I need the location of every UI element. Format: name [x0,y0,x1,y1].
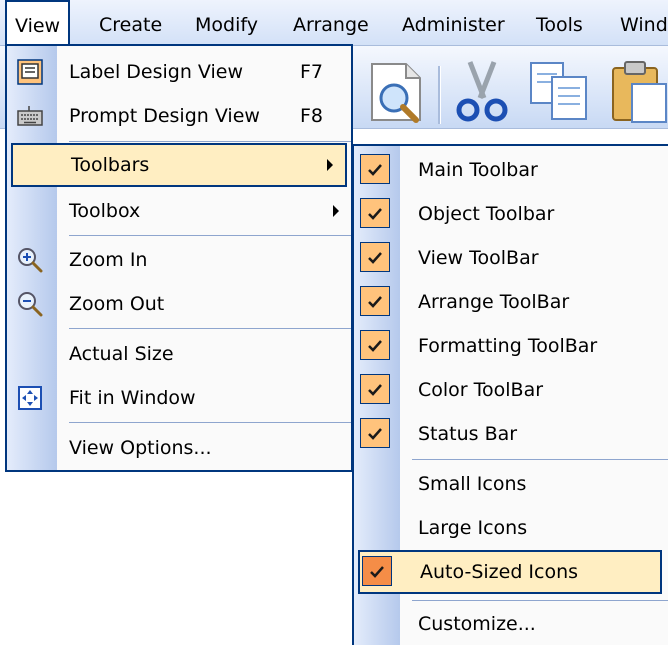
menu-item-label: Label Design View [69,61,244,83]
checkmark-icon [360,330,390,360]
menu-item-toolbars[interactable]: Toolbars [11,143,347,187]
menu-view[interactable]: View [5,0,71,46]
menu-item-color-toolbar[interactable]: Color ToolBar [354,368,668,412]
menu-item-zoom-in[interactable]: Zoom In [7,238,351,282]
menu-item-label: Status Bar [418,423,518,445]
menu-item-formatting-toolbar[interactable]: Formatting ToolBar [354,324,668,368]
checkmark-icon [360,242,390,272]
menu-tools[interactable]: Tools [529,0,590,46]
menu-item-zoom-out[interactable]: Zoom Out [7,282,351,326]
label-design-icon [17,59,43,85]
submenu-arrow-icon [327,159,333,171]
menu-item-customize[interactable]: Customize... [354,602,668,645]
menu-item-label: Zoom Out [69,293,165,315]
menu-item-fit-in-window[interactable]: Fit in Window [7,376,351,420]
menu-item-actual-size[interactable]: Actual Size [7,332,351,376]
menu-item-label: Customize... [418,613,536,635]
menu-item-object-toolbar[interactable]: Object Toolbar [354,192,668,236]
menu-item-label: Formatting ToolBar [418,335,598,357]
menu-separator [69,141,351,142]
checkmark-icon [360,198,390,228]
zoom-in-icon [17,247,43,273]
menu-item-view-options[interactable]: View Options... [7,426,351,470]
checkmark-icon [360,154,390,184]
submenu-arrow-icon [333,205,339,217]
menu-item-large-icons[interactable]: Large Icons [354,506,668,550]
menu-item-label: Prompt Design View [69,105,260,127]
menu-item-label: View Options... [69,437,212,459]
screen: View Create Modify Arrange Administer To… [0,0,668,645]
menu-administer[interactable]: Administer [395,0,512,46]
menu-item-label: Small Icons [418,473,527,495]
menu-item-label: Arrange ToolBar [418,291,570,313]
print-preview-icon[interactable] [368,60,426,129]
menu-item-status-bar[interactable]: Status Bar [354,412,668,456]
menu-item-label: Large Icons [418,517,528,539]
menu-item-main-toolbar[interactable]: Main Toolbar [354,148,668,192]
cut-icon[interactable] [454,60,510,129]
menu-item-label: Toolbars [71,154,150,176]
menu-item-arrange-toolbar[interactable]: Arrange ToolBar [354,280,668,324]
menu-modify[interactable]: Modify [188,0,265,46]
menu-separator [412,600,668,601]
menu-item-toolbox[interactable]: Toolbox [7,189,351,233]
menu-item-label: Zoom In [69,249,148,271]
menu-bar: View Create Modify Arrange Administer To… [0,0,668,46]
checkmark-icon [362,556,392,586]
menu-item-label: Auto-Sized Icons [420,561,579,583]
checkmark-icon [360,374,390,404]
menu-item-view-toolbar[interactable]: View ToolBar [354,236,668,280]
checkmark-icon [360,286,390,316]
menu-item-label: Color ToolBar [418,379,544,401]
menu-arrange[interactable]: Arrange [286,0,376,46]
menu-item-label-design-view[interactable]: Label Design View F7 [7,50,351,94]
toolbars-submenu: Main Toolbar Object Toolbar View ToolBar… [352,144,668,645]
menu-item-shortcut: F7 [299,61,323,83]
checkmark-icon [360,418,390,448]
menu-item-label: Object Toolbar [418,203,555,225]
menu-item-label: Main Toolbar [418,159,538,181]
menu-item-small-icons[interactable]: Small Icons [354,462,668,506]
menu-item-label: Toolbox [69,200,141,222]
menu-separator [69,235,351,236]
toolbar-separator [438,66,441,124]
menu-item-shortcut: F8 [299,105,323,127]
menu-item-label: Actual Size [69,343,174,365]
keyboard-icon [17,103,43,129]
zoom-out-icon [17,291,43,317]
menu-separator [412,459,668,460]
menu-create[interactable]: Create [92,0,169,46]
paste-icon[interactable] [610,60,668,129]
fit-window-icon [17,385,43,411]
view-menu: Label Design View F7 Prompt Design View … [5,44,353,472]
menu-window[interactable]: Windo [613,0,668,46]
menu-item-label: Fit in Window [69,387,196,409]
menu-item-auto-sized-icons[interactable]: Auto-Sized Icons [358,550,662,594]
copy-icon[interactable] [528,60,590,127]
menu-separator [69,328,351,329]
menu-item-label: View ToolBar [418,247,539,269]
menu-separator [69,422,351,423]
menu-item-prompt-design-view[interactable]: Prompt Design View F8 [7,94,351,138]
